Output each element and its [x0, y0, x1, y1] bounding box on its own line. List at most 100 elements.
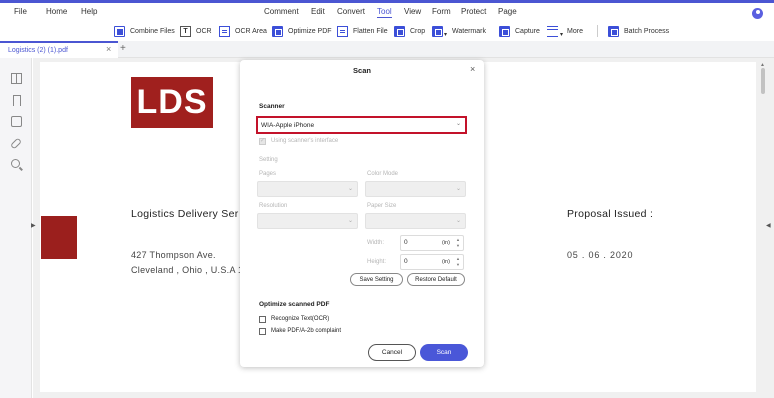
combine-files-icon: [114, 25, 125, 37]
ocr-icon: T: [180, 25, 191, 37]
make-pdfa-checkbox[interactable]: [259, 328, 266, 335]
vertical-scrollbar[interactable]: ▲: [759, 62, 767, 392]
batch-process-label: Batch Process: [624, 27, 670, 35]
restore-default-button[interactable]: Restore Default: [407, 273, 465, 286]
tab-strip: Logistics (2) (1).pdf × +: [0, 41, 774, 58]
menu-file[interactable]: File: [14, 7, 27, 16]
use-interface-checkbox[interactable]: [259, 137, 266, 145]
capture-button[interactable]: Capture: [499, 24, 540, 38]
dialog-close-icon[interactable]: ×: [470, 64, 475, 74]
ocr-area-label: OCR Area: [235, 27, 267, 35]
recognize-text-label: Recognize Text(OCR): [271, 316, 330, 322]
width-stepper-icon[interactable]: ▲ ▼: [456, 237, 460, 249]
chevron-down-icon: ⌄: [347, 218, 353, 224]
more-dropdown-icon: ▾: [560, 31, 564, 38]
attachment-icon[interactable]: [9, 137, 23, 150]
ocr-button[interactable]: T OCR: [180, 24, 212, 38]
optimize-pdf-label: Optimize PDF: [288, 27, 332, 35]
combine-files-label: Combine Files: [130, 27, 175, 35]
width-value: 0: [404, 239, 408, 246]
chevron-down-icon: ⌄: [347, 186, 353, 192]
left-sidebar: [0, 58, 32, 398]
height-unit: (in): [442, 259, 450, 265]
menu-home[interactable]: Home: [46, 7, 67, 16]
width-input[interactable]: 0 (in) ▲ ▼: [400, 235, 464, 251]
more-menu-icon: [547, 25, 558, 37]
height-stepper-icon[interactable]: ▲ ▼: [456, 256, 460, 268]
menu-help[interactable]: Help: [81, 7, 97, 16]
batch-process-button[interactable]: Batch Process: [608, 24, 669, 38]
new-tab-button[interactable]: +: [120, 43, 126, 54]
expand-left-panel-icon[interactable]: ▶: [31, 222, 36, 229]
resolution-select[interactable]: ⌄: [257, 213, 358, 229]
menu-page[interactable]: Page: [498, 7, 517, 16]
use-interface-label: Using scanner's interface: [271, 138, 339, 144]
make-pdfa-label: Make PDF/A-2b complaint: [271, 328, 342, 334]
ocr-area-icon: [219, 25, 230, 37]
scanner-label: Scanner: [259, 103, 285, 110]
more-button[interactable]: ▾ More: [547, 24, 583, 38]
paper-size-select[interactable]: ⌄: [365, 213, 466, 229]
flatten-file-button[interactable]: Flatten File: [337, 24, 388, 38]
height-input[interactable]: 0 (in) ▲ ▼: [400, 254, 464, 270]
decorative-red-block: [41, 216, 77, 259]
width-label: Width:: [367, 240, 385, 246]
search-icon[interactable]: [11, 159, 20, 168]
chevron-down-icon: ⌄: [455, 218, 461, 224]
scanner-select[interactable]: WIA-Apple iPhone ⌄: [256, 116, 467, 134]
settings-section-label: Setting: [259, 157, 278, 163]
pages-select[interactable]: ⌄: [257, 181, 358, 197]
color-mode-label: Color Mode: [367, 171, 399, 177]
comment-icon[interactable]: [11, 116, 22, 127]
optimize-section-label: Optimize scanned PDF: [259, 301, 330, 308]
chevron-down-icon: ⌄: [455, 186, 461, 192]
menu-form[interactable]: Form: [432, 7, 451, 16]
document-company-name: Logistics Delivery Ser: [131, 208, 239, 220]
document-address-line1: 427 Thompson Ave.: [131, 250, 216, 260]
height-label: Height:: [367, 259, 387, 265]
cancel-button[interactable]: Cancel: [368, 344, 416, 361]
save-setting-button[interactable]: Save Setting: [350, 273, 403, 286]
menu-edit[interactable]: Edit: [311, 7, 325, 16]
pages-label: Pages: [259, 171, 277, 177]
proposal-date: 05 . 06 . 2020: [567, 250, 634, 260]
company-logo: LDS: [131, 77, 213, 128]
proposal-issued-label: Proposal Issued :: [567, 208, 654, 220]
paper-size-label: Paper Size: [367, 203, 397, 209]
menu-tool[interactable]: Tool: [377, 7, 392, 18]
optimize-pdf-button[interactable]: Optimize PDF: [272, 24, 332, 38]
combine-files-button[interactable]: Combine Files: [114, 24, 175, 38]
flatten-file-icon: [337, 25, 348, 37]
crop-button[interactable]: Crop: [394, 24, 425, 38]
scan-button[interactable]: Scan: [420, 344, 468, 361]
capture-label: Capture: [515, 27, 540, 35]
height-value: 0: [404, 258, 408, 265]
document-tab-label: Logistics (2) (1).pdf: [8, 47, 68, 54]
width-unit: (in): [442, 240, 450, 246]
capture-icon: [499, 25, 510, 37]
color-mode-select[interactable]: ⌄: [365, 181, 466, 197]
user-avatar-icon[interactable]: [752, 8, 763, 19]
flatten-file-label: Flatten File: [353, 27, 388, 35]
toolbar-divider: [597, 25, 598, 37]
recognize-text-checkbox[interactable]: [259, 316, 266, 323]
toolbar: Combine Files T OCR OCR Area Optimize PD…: [0, 21, 774, 41]
menu-convert[interactable]: Convert: [337, 7, 365, 16]
crop-label: Crop: [410, 27, 426, 35]
watermark-dropdown-icon: ▾: [444, 31, 448, 38]
scroll-thumb[interactable]: [761, 68, 765, 94]
menu-protect[interactable]: Protect: [461, 7, 486, 16]
ocr-label: OCR: [196, 27, 212, 35]
menu-comment[interactable]: Comment: [264, 7, 299, 16]
watermark-label: Watermark: [452, 27, 486, 35]
thumbnails-icon[interactable]: [11, 73, 22, 84]
menu-view[interactable]: View: [404, 7, 421, 16]
ocr-area-button[interactable]: OCR Area: [219, 24, 267, 38]
chevron-down-icon: ⌄: [455, 121, 461, 127]
resolution-label: Resolution: [259, 203, 288, 209]
tab-close-icon[interactable]: ×: [106, 44, 111, 54]
watermark-button[interactable]: ▾ Watermark: [432, 24, 486, 38]
document-tab[interactable]: Logistics (2) (1).pdf: [0, 41, 118, 58]
document-address-line2: Cleveland , Ohio , U.S.A 1: [131, 265, 244, 275]
bookmark-icon[interactable]: [13, 95, 21, 106]
